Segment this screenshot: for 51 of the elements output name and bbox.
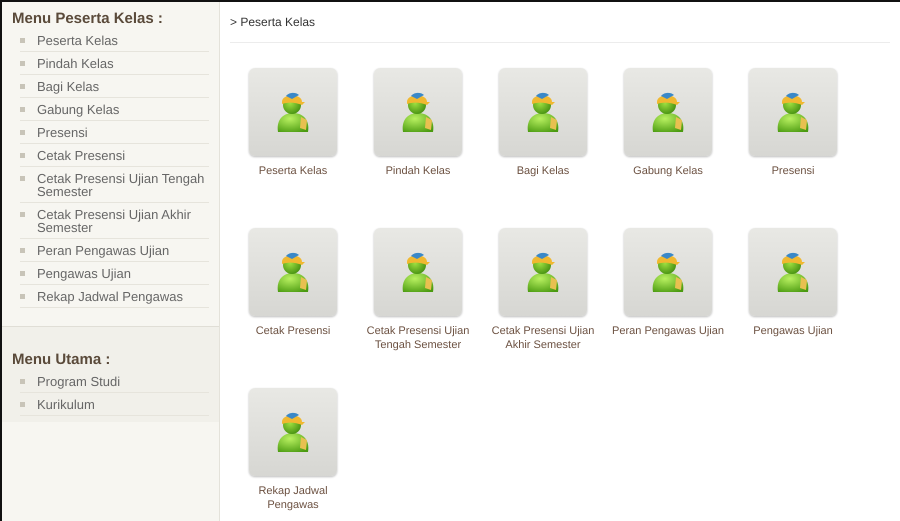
menu-link[interactable]: Pindah Kelas [37,56,114,70]
menu-heading: Menu Utama : [12,351,112,368]
bullet-icon [20,38,25,43]
tile-button[interactable] [624,228,712,316]
menu-link[interactable]: Cetak Presensi Ujian Tengah Semester [37,171,209,198]
bullet-icon [20,130,25,135]
tile-button[interactable] [749,68,837,156]
bullet-icon [20,84,25,89]
bullet-icon [20,61,25,66]
bullet-icon [20,153,25,158]
tile-label[interactable]: Pindah Kelas [386,164,450,178]
bullet-icon [20,294,25,299]
tile-label[interactable]: Cetak Presensi [256,324,330,338]
menu-link[interactable]: Program Studi [37,374,120,388]
tile-label[interactable]: Rekap Jadwal Pengawas [234,484,352,512]
menu-link[interactable]: Rekap Jadwal Pengawas [37,289,183,303]
tile-button[interactable] [374,68,462,156]
tile-label[interactable]: Pengawas Ujian [753,324,833,338]
bullet-icon [20,402,25,407]
menu-link[interactable]: Cetak Presensi Ujian Akhir Semester [37,207,209,234]
bullet-icon [20,379,25,384]
bullet-icon [20,176,25,181]
tile-button[interactable] [499,68,587,156]
menu-link[interactable]: Peran Pengawas Ujian [37,243,170,257]
tile-button[interactable] [624,68,712,156]
tile-button[interactable] [499,228,587,316]
menu-link[interactable]: Kurikulum [37,397,95,411]
tile-label[interactable]: Peran Pengawas Ujian [612,324,724,338]
tile-label[interactable]: Bagi Kelas [516,164,570,178]
tile-label[interactable]: Gabung Kelas [633,164,703,178]
tile-label[interactable]: Presensi [772,164,814,178]
bullet-icon [20,271,25,276]
tile-button[interactable] [249,68,337,156]
tile-button[interactable] [249,228,337,316]
menu-link[interactable]: Cetak Presensi [37,148,126,162]
bullet-icon [20,212,25,217]
menu-heading: Menu Peserta Kelas : [12,10,164,27]
menu-link[interactable]: Pengawas Ujian [37,266,131,280]
menu-link[interactable]: Presensi [37,125,88,139]
bullet-icon [20,107,25,112]
breadcrumb: > Peserta Kelas [230,15,316,29]
tile-button[interactable] [749,228,837,316]
bullet-icon [20,248,25,253]
tile-label[interactable]: Cetak Presensi Ujian Tengah Semester [359,324,477,352]
menu-link[interactable]: Peserta Kelas [37,33,118,47]
tile-label[interactable]: Cetak Presensi Ujian Akhir Semester [484,324,602,352]
tile-button[interactable] [374,228,462,316]
menu-link[interactable]: Bagi Kelas [37,79,100,93]
tile-label[interactable]: Peserta Kelas [258,164,328,178]
menu-link[interactable]: Gabung Kelas [37,102,120,116]
tile-button[interactable] [249,388,337,476]
